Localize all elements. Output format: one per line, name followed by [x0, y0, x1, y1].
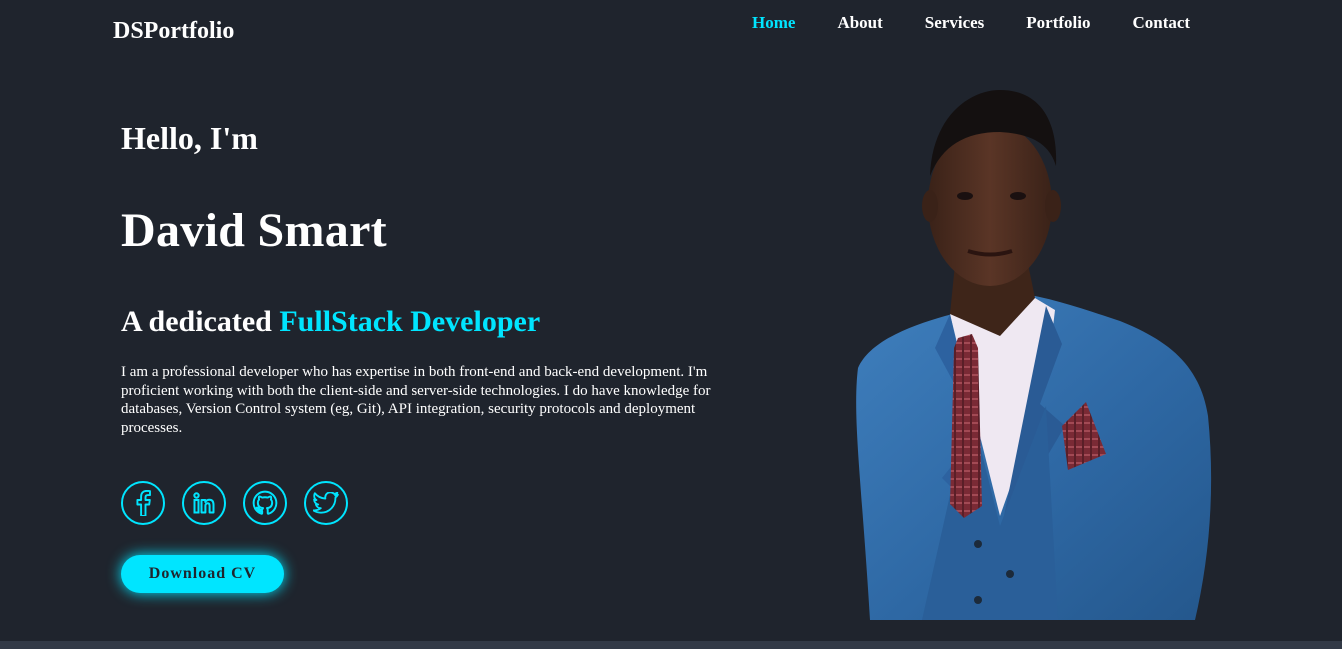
linkedin-icon	[193, 492, 215, 514]
social-links	[121, 481, 348, 525]
facebook-link[interactable]	[121, 481, 165, 525]
facebook-icon	[136, 490, 151, 516]
github-link[interactable]	[243, 481, 287, 525]
nav-portfolio[interactable]: Portfolio	[1026, 12, 1090, 34]
nav-services[interactable]: Services	[925, 12, 984, 34]
hero-bio: I am a professional developer who has ex…	[121, 364, 711, 436]
profile-photo	[856, 90, 1212, 620]
tagline-role: FullStack Developer	[279, 305, 541, 338]
twitter-link[interactable]	[304, 481, 348, 525]
hero-tagline: A dedicated FullStack Developer	[121, 305, 540, 339]
footer-strip	[0, 641, 1342, 649]
twitter-icon	[313, 492, 339, 514]
main-nav: Home About Services Portfolio Contact	[752, 12, 1190, 34]
portfolio-page: DSPortfolio Home About Services Portfoli…	[0, 0, 1342, 649]
hero-name: David Smart	[121, 204, 387, 257]
download-cv-button[interactable]: Download CV	[121, 555, 284, 593]
site-logo[interactable]: DSPortfolio	[113, 18, 234, 45]
github-icon	[252, 490, 278, 515]
nav-about[interactable]: About	[837, 12, 882, 34]
nav-contact[interactable]: Contact	[1132, 12, 1190, 34]
greeting-heading: Hello, I'm	[121, 120, 258, 156]
nav-home[interactable]: Home	[752, 12, 795, 34]
linkedin-link[interactable]	[182, 481, 226, 525]
tagline-prefix: A dedicated	[121, 305, 280, 338]
